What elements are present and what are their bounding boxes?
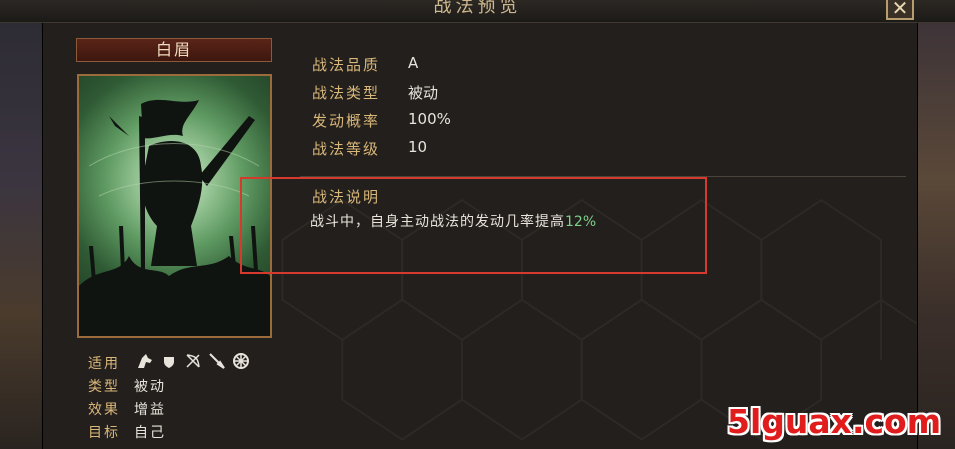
effect-value: 增益: [134, 402, 166, 418]
tactic-name: 白眉: [76, 38, 272, 62]
window-title: 战法预览: [433, 0, 522, 17]
quality-value: A: [408, 54, 419, 72]
applicable-label: 适用: [88, 356, 120, 372]
background-right: [918, 0, 955, 449]
quality-label: 战法品质: [312, 56, 381, 74]
background-left: [0, 0, 42, 449]
site-watermark: 5lguax.com: [727, 402, 942, 441]
level-label: 战法等级: [312, 140, 381, 158]
target-label: 目标: [88, 425, 120, 441]
description-text: 战斗中，自身主动战法的发动几率提高12%: [310, 211, 596, 231]
target-value: 自己: [134, 425, 166, 441]
description-title: 战法说明: [312, 188, 381, 206]
bow-icon: [186, 354, 200, 368]
effect-label: 效果: [88, 402, 120, 418]
siege-icon: [233, 353, 249, 369]
type-value: 被动: [408, 84, 439, 102]
close-icon: ✕: [891, 0, 909, 20]
kind-label: 类型: [88, 379, 120, 395]
shield-icon: [164, 355, 174, 368]
close-button[interactable]: ✕: [886, 0, 914, 20]
level-value: 10: [408, 138, 428, 156]
rate-label: 发动概率: [312, 112, 381, 130]
description-highlight-value: 12%: [565, 214, 597, 230]
description-body: 战斗中，自身主动战法的发动几率提高: [310, 214, 565, 230]
cavalry-icon: [138, 354, 152, 368]
rate-value: 100%: [408, 110, 451, 128]
type-label: 战法类型: [312, 84, 381, 102]
spear-icon: [209, 353, 225, 369]
kind-value: 被动: [134, 379, 166, 395]
